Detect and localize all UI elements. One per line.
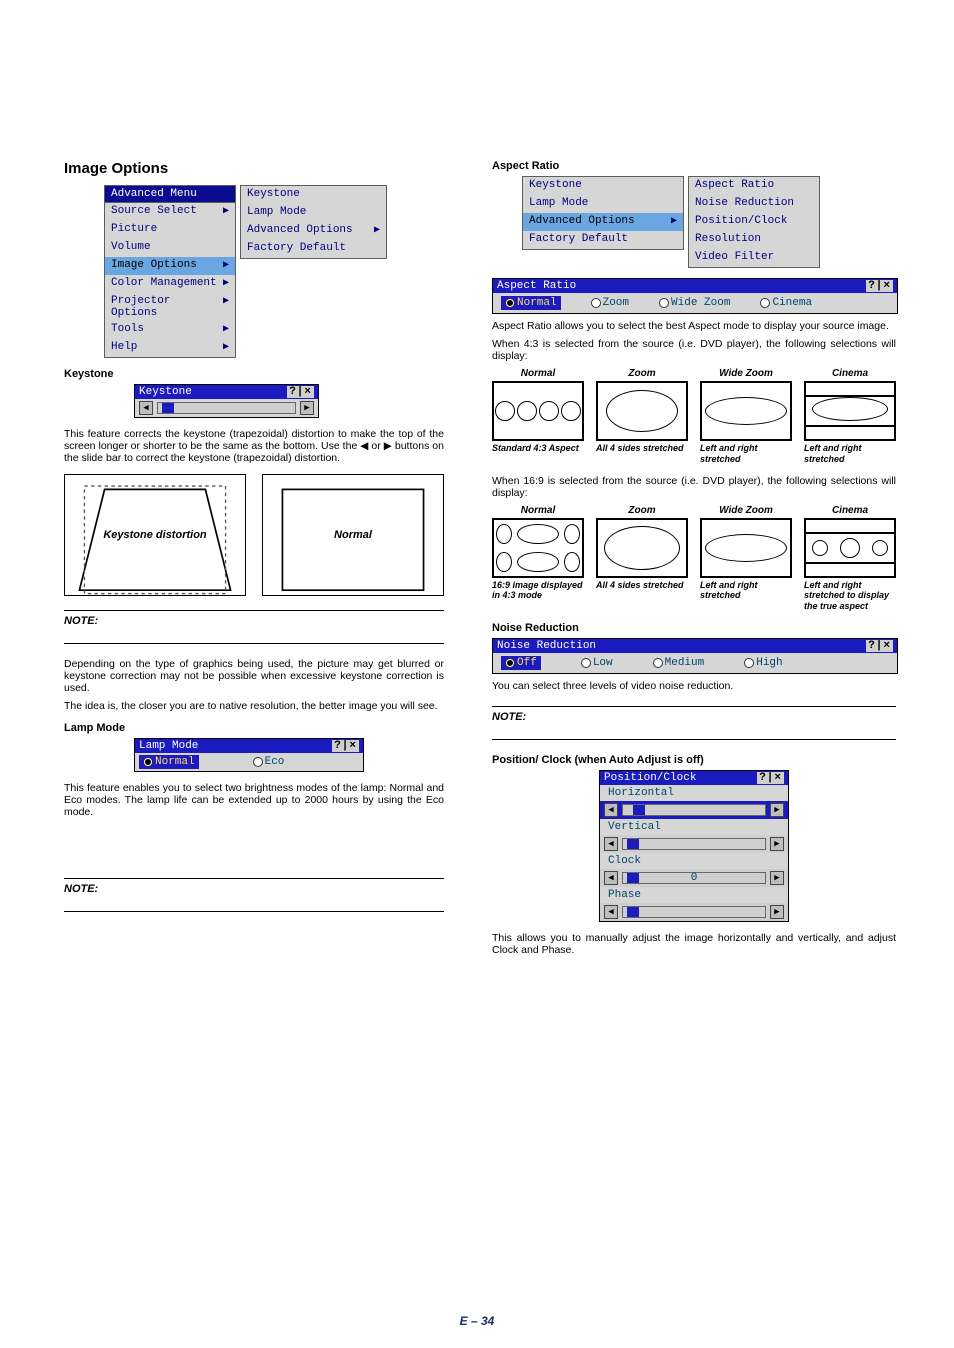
ar-thumbnail-cell: CinemaLeft and right stretched xyxy=(804,368,896,465)
aspect-ratio-heading: Aspect Ratio xyxy=(492,160,896,172)
depending-text: Depending on the type of graphics being … xyxy=(64,658,444,694)
noise-reduction-heading: Noise Reduction xyxy=(492,622,896,634)
ar-option[interactable]: Wide Zoom xyxy=(659,297,730,309)
keystone-description: This feature corrects the keystone (trap… xyxy=(64,428,444,464)
ar-option[interactable]: Normal xyxy=(501,296,561,310)
ar-text-2: When 4:3 is selected from the source (i.… xyxy=(492,338,896,362)
lamp-option-eco[interactable]: Eco xyxy=(253,756,285,768)
pc-slider[interactable]: ◀▶ xyxy=(600,801,788,819)
advanced-menu-title: Advanced Menu xyxy=(105,186,235,203)
ar-window-title: Aspect Ratio xyxy=(497,280,576,292)
menu-item[interactable]: Position/Clock xyxy=(689,213,819,231)
nr-window-buttons[interactable]: ?|× xyxy=(866,640,893,652)
position-clock-window: Position/Clock ?|× Horizontal◀▶Vertical◀… xyxy=(599,770,789,922)
menu-item[interactable]: Help▶ xyxy=(105,339,235,357)
keystone-window-title: Keystone xyxy=(139,386,192,398)
keystone-normal-diagram: Normal xyxy=(262,474,444,596)
menu-item[interactable]: Tools▶ xyxy=(105,321,235,339)
aspect-ratio-menu-screenshot: KeystoneLamp ModeAdvanced Options▶Factor… xyxy=(522,176,896,268)
keystone-slider-track[interactable] xyxy=(157,402,296,414)
aspect-ratio-window: Aspect Ratio ?|× Normal Zoom Wide Zoom Cine… xyxy=(492,278,898,314)
ar-text-3: When 16:9 is selected from the source (i… xyxy=(492,475,896,499)
menu-item[interactable]: Advanced Options▶ xyxy=(523,213,683,231)
menu-item[interactable]: Video Filter xyxy=(689,249,819,267)
advanced-menu-screenshot: Advanced Menu Source Select▶PictureVolum… xyxy=(104,185,444,358)
left-column: Image Options Advanced Menu Source Selec… xyxy=(64,160,444,962)
idea-text: The idea is, the closer you are to nativ… xyxy=(64,700,444,712)
menu-item[interactable]: Source Select▶ xyxy=(105,203,235,221)
menu-item[interactable]: Picture xyxy=(105,221,235,239)
ar-thumbnail-cell: ZoomAll 4 sides stretched xyxy=(596,368,688,465)
lamp-mode-window: Lamp Mode ?|× Normal Eco xyxy=(134,738,364,772)
menu-item[interactable]: Resolution xyxy=(689,231,819,249)
menu-item[interactable]: Color Management▶ xyxy=(105,275,235,293)
ar-option[interactable]: Zoom xyxy=(591,297,629,309)
noise-reduction-window: Noise Reduction ?|× Off Low Medium High xyxy=(492,638,898,674)
note-2: NOTE: xyxy=(64,878,444,912)
menu-item[interactable]: Keystone xyxy=(241,186,386,204)
pc-slider[interactable]: ◀▶ xyxy=(600,835,788,853)
keystone-subheading: Keystone xyxy=(64,368,444,380)
aspect-row-43: NormalStandard 4:3 AspectZoomAll 4 sides… xyxy=(492,368,896,465)
pc-text: This allows you to manually adjust the i… xyxy=(492,932,896,956)
ar-thumbnail-cell: Wide ZoomLeft and right stretched xyxy=(700,505,792,612)
menu-item[interactable]: Noise Reduction xyxy=(689,195,819,213)
keystone-slider-right[interactable]: ▶ xyxy=(300,401,314,415)
pc-row-label: Horizontal xyxy=(600,785,788,801)
ar-thumbnail-cell: NormalStandard 4:3 Aspect xyxy=(492,368,584,465)
pc-slider[interactable]: ◀0▶ xyxy=(600,869,788,887)
note-1: NOTE: xyxy=(64,610,444,644)
aspect-row-169: Normal16:9 image displayed in 4:3 modeZo… xyxy=(492,505,896,612)
keystone-window-buttons[interactable]: ?|× xyxy=(287,386,314,398)
menu-item[interactable]: Factory Default xyxy=(523,231,683,249)
menu-item[interactable]: Image Options▶ xyxy=(105,257,235,275)
keystone-distortion-diagram: Keystone distortion xyxy=(64,474,246,596)
nr-option[interactable]: Off xyxy=(501,656,541,670)
note-3: NOTE: xyxy=(492,706,896,740)
lamp-window-buttons[interactable]: ?|× xyxy=(332,740,359,752)
menu-item[interactable]: Volume xyxy=(105,239,235,257)
lamp-option-normal[interactable]: Normal xyxy=(139,755,199,769)
ar-thumbnail-cell: Normal16:9 image displayed in 4:3 mode xyxy=(492,505,584,612)
nr-text: You can select three levels of video noi… xyxy=(492,680,896,692)
nr-window-title: Noise Reduction xyxy=(497,640,596,652)
ar-text-1: Aspect Ratio allows you to select the be… xyxy=(492,320,896,332)
ar-thumbnail-cell: Wide ZoomLeft and right stretched xyxy=(700,368,792,465)
keystone-diagrams: Keystone distortion Normal xyxy=(64,474,444,596)
pc-window-title: Position/Clock xyxy=(604,772,696,784)
ar-thumbnail-cell: CinemaLeft and right stretched to displa… xyxy=(804,505,896,612)
pc-row-label: Phase xyxy=(600,887,788,903)
pc-slider[interactable]: ◀▶ xyxy=(600,903,788,921)
keystone-window: Keystone ?|× ◀ ▶ xyxy=(134,384,319,418)
nr-option[interactable]: Low xyxy=(581,657,613,669)
menu-item[interactable]: Factory Default xyxy=(241,240,386,258)
keystone-slider-left[interactable]: ◀ xyxy=(139,401,153,415)
ar-window-buttons[interactable]: ?|× xyxy=(866,280,893,292)
position-clock-heading: Position/ Clock (when Auto Adjust is off… xyxy=(492,754,896,766)
menu-item[interactable]: Aspect Ratio xyxy=(689,177,819,195)
menu-item[interactable]: Keystone xyxy=(523,177,683,195)
page-number: E – 34 xyxy=(0,1314,954,1328)
lamp-window-title: Lamp Mode xyxy=(139,740,198,752)
menu-item[interactable]: Projector Options▶ xyxy=(105,293,235,321)
image-options-heading: Image Options xyxy=(64,160,444,177)
right-column: Aspect Ratio KeystoneLamp ModeAdvanced O… xyxy=(492,160,896,962)
nr-option[interactable]: High xyxy=(744,657,782,669)
menu-item[interactable]: Lamp Mode xyxy=(241,204,386,222)
ar-option[interactable]: Cinema xyxy=(760,297,812,309)
menu-item[interactable]: Lamp Mode xyxy=(523,195,683,213)
ar-thumbnail-cell: ZoomAll 4 sides stretched xyxy=(596,505,688,612)
nr-option[interactable]: Medium xyxy=(653,657,705,669)
lamp-mode-heading: Lamp Mode xyxy=(64,722,444,734)
pc-row-label: Vertical xyxy=(600,819,788,835)
pc-window-buttons[interactable]: ?|× xyxy=(757,772,784,784)
pc-row-label: Clock xyxy=(600,853,788,869)
menu-item[interactable]: Advanced Options▶ xyxy=(241,222,386,240)
lamp-mode-description: This feature enables you to select two b… xyxy=(64,782,444,818)
